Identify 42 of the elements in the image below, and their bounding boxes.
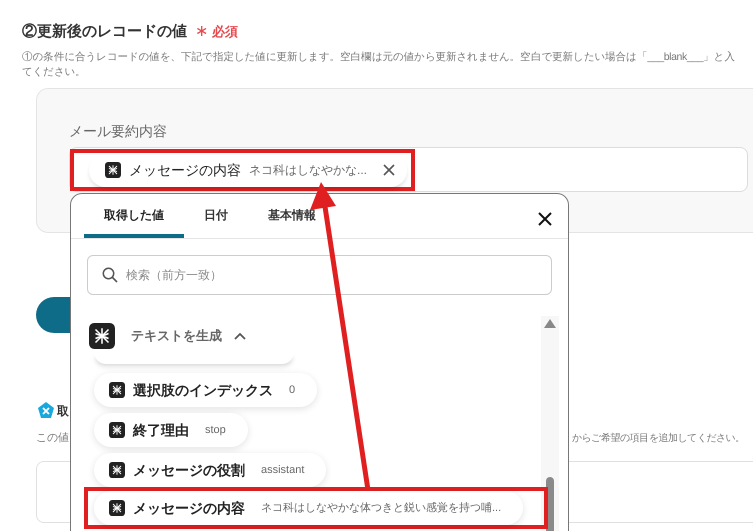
item-name: メッセージの役割 — [133, 460, 245, 480]
chip-value: ネコ科はしなやかな... — [249, 162, 368, 179]
value-chip[interactable]: メッセージの内容 ネコ科はしなやかな... — [89, 154, 408, 186]
tab[interactable]: 日付 — [184, 196, 248, 238]
caret-up-icon[interactable] — [234, 332, 246, 340]
description-line: ①の条件に合うレコードの値を、下記で指定した値に更新します。空白欄は元の値から更新されません。空白で更新したい場合は「___blank___」と入 — [22, 50, 735, 65]
app-icon — [109, 500, 125, 516]
required-asterisk: ∗ — [195, 22, 208, 42]
list-item[interactable]: メッセージの内容 ネコ科はしなやかな体つきと鋭い感覚を持つ哺... — [94, 491, 524, 525]
list-item[interactable]: メッセージの役割 assistant — [94, 453, 326, 487]
app-icon — [105, 162, 121, 178]
search-field[interactable]: 検索（前方一致） — [87, 255, 552, 295]
section-title: 取 — [57, 403, 69, 420]
item-value: 0 — [289, 382, 296, 398]
help-text: この値 — [36, 431, 69, 446]
item-value: ネコ科はしなやかな体つきと鋭い感覚を持つ哺... — [261, 500, 502, 516]
app-icon — [89, 323, 115, 349]
item-name: メッセージの内容 — [133, 498, 245, 518]
required-label: 必須 — [212, 23, 238, 42]
list-item[interactable]: 選択肢のインデックス 0 — [94, 373, 318, 407]
search-icon — [102, 267, 118, 283]
tab[interactable]: 取得した値 — [84, 196, 184, 238]
group-title: テキストを生成 — [131, 327, 222, 346]
pentagon-icon — [37, 401, 55, 419]
close-icon[interactable] — [383, 164, 396, 176]
item-name: 終了理由 — [133, 420, 189, 440]
app-icon — [109, 382, 125, 398]
item-value: stop — [205, 422, 226, 438]
help-text: からご希望の項目を追加してください。 — [572, 432, 745, 446]
item-value: assistant — [261, 462, 304, 478]
section-title: ②更新後のレコードの値 — [22, 22, 187, 42]
item-name: 選択肢のインデックス — [133, 380, 273, 400]
scrollbar[interactable] — [541, 316, 559, 531]
field-label: メール要約内容 — [69, 122, 167, 141]
list-item[interactable]: 終了理由 stop — [94, 413, 248, 447]
close-icon[interactable] — [538, 212, 552, 226]
tab[interactable]: 基本情報 — [248, 196, 336, 238]
app-icon — [109, 462, 125, 478]
scroll-up-icon[interactable] — [544, 319, 556, 328]
description-line: てください。 — [22, 65, 87, 80]
app-icon — [109, 422, 125, 438]
chip-name: メッセージの内容 — [129, 160, 241, 180]
